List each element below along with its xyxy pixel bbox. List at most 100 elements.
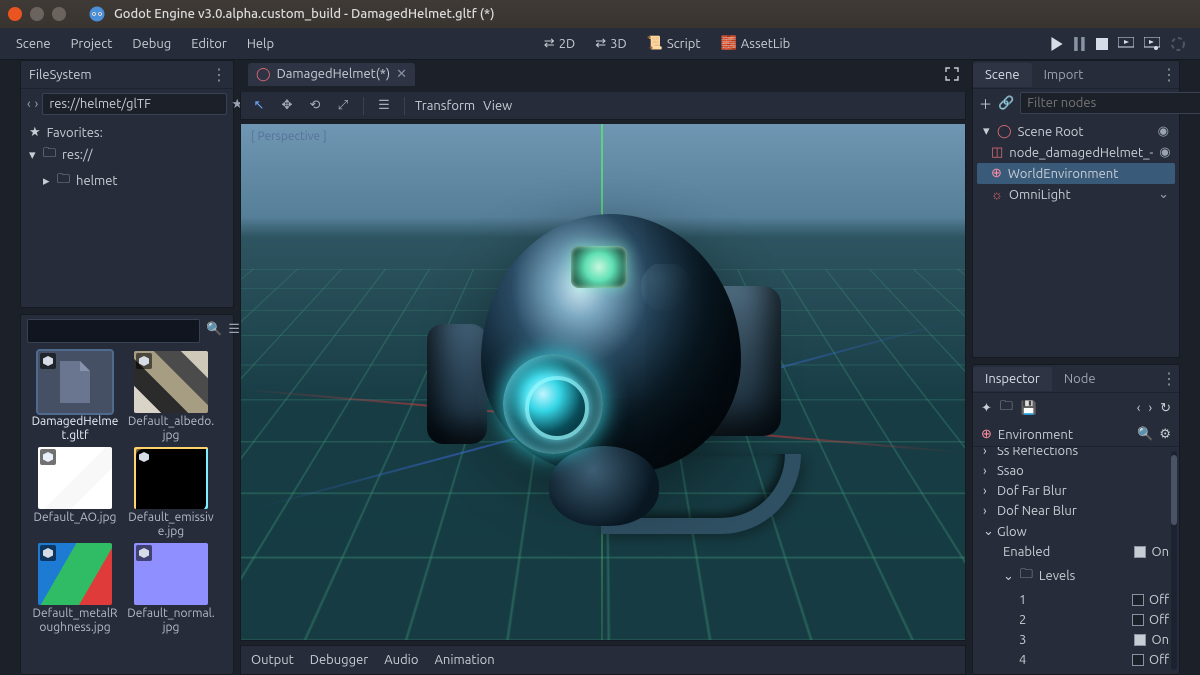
search-icon[interactable]: 🔍 xyxy=(206,319,222,339)
glow-section-row[interactable]: ⌄Glow xyxy=(973,521,1179,542)
distraction-free-icon[interactable] xyxy=(944,66,960,82)
add-node-icon[interactable]: ＋ xyxy=(979,94,992,113)
thumb-caption: Default_emissive.jpg xyxy=(125,511,217,539)
panel-menu-icon[interactable]: ⋮ xyxy=(211,65,225,84)
file-thumb[interactable]: Default_emissive.jpg xyxy=(125,447,217,539)
arrows-icon: ⇄ xyxy=(595,36,606,51)
menu-scene[interactable]: Scene xyxy=(6,33,61,55)
rotate-mode-icon[interactable]: ⟲ xyxy=(305,96,325,116)
list-select-icon[interactable]: ☰ xyxy=(374,96,394,116)
search-icon[interactable]: 🔍 xyxy=(1137,427,1153,442)
glow-enabled-row[interactable]: EnabledOn xyxy=(973,542,1179,562)
favorites-row[interactable]: ★Favorites: xyxy=(29,123,225,142)
chevron-down-icon[interactable]: ⌄ xyxy=(1158,187,1169,202)
menu-help[interactable]: Help xyxy=(237,33,284,55)
select-mode-icon[interactable]: ↖ xyxy=(249,96,269,116)
path-input[interactable] xyxy=(42,93,227,115)
checkbox-icon[interactable] xyxy=(1134,634,1146,646)
nav-back-button[interactable]: ‹ xyxy=(27,94,31,114)
glow-level-row[interactable]: 2Off xyxy=(973,610,1179,630)
section-row[interactable]: ›Ss Reflections xyxy=(973,447,1179,461)
scene-root-row[interactable]: ▾◯Scene Root◉ xyxy=(977,121,1175,142)
checkbox-icon[interactable] xyxy=(1132,594,1144,606)
file-thumb[interactable]: Default_albedo.jpg xyxy=(125,351,217,443)
viewport-3d[interactable]: [ Perspective ] xyxy=(240,124,966,641)
view-menu[interactable]: View xyxy=(483,99,512,113)
file-thumb[interactable]: Default_metalRoughness.jpg xyxy=(29,543,121,635)
panel-menu-icon[interactable]: ⋮ xyxy=(1161,369,1175,388)
history-icon[interactable]: ↻ xyxy=(1160,401,1171,416)
omni-light-row[interactable]: ☼OmniLight⌄ xyxy=(977,184,1175,205)
bottom-debugger[interactable]: Debugger xyxy=(310,653,368,667)
play-button[interactable] xyxy=(1050,37,1064,51)
list-view-icon[interactable]: ☰ xyxy=(228,319,240,339)
tab-node[interactable]: Node xyxy=(1052,367,1108,391)
perspective-label[interactable]: [ Perspective ] xyxy=(251,130,327,143)
menu-project[interactable]: Project xyxy=(61,33,123,55)
stop-button[interactable] xyxy=(1096,38,1108,50)
section-row[interactable]: ›Dof Far Blur xyxy=(973,481,1179,501)
folder-icon: 🗀 xyxy=(1020,565,1033,587)
window-maximize-icon[interactable] xyxy=(52,7,66,21)
panel-menu-icon[interactable]: ⋮ xyxy=(1161,65,1175,84)
inspector-scrollbar[interactable] xyxy=(1171,451,1177,670)
helmet-folder-row[interactable]: ▸🗀helmet xyxy=(29,168,225,194)
tab-inspector[interactable]: Inspector xyxy=(973,367,1052,391)
filter-nodes-input[interactable] xyxy=(1020,92,1200,114)
checkbox-icon[interactable] xyxy=(1134,546,1146,558)
workspace-3d-button[interactable]: ⇄3D xyxy=(587,34,634,53)
checkbox-icon[interactable] xyxy=(1132,614,1144,626)
visibility-icon[interactable]: ◉ xyxy=(1159,145,1170,160)
file-thumb[interactable]: DamagedHelmet.gltf xyxy=(29,351,121,443)
file-search-input[interactable] xyxy=(27,319,200,343)
new-resource-icon[interactable]: ✦ xyxy=(981,401,992,416)
scene-tab[interactable]: ◯ DamagedHelmet(*) ✕ xyxy=(248,63,415,86)
open-resource-icon[interactable]: 🗀 xyxy=(1000,397,1013,419)
workspace-script-button[interactable]: 📜Script xyxy=(639,34,709,53)
folder-icon: 🗀 xyxy=(57,170,70,192)
close-tab-icon[interactable]: ✕ xyxy=(396,67,407,82)
bottom-animation[interactable]: Animation xyxy=(434,653,494,667)
folder-icon: 🗀 xyxy=(43,144,56,166)
nav-forward-button[interactable]: › xyxy=(35,94,39,114)
scale-mode-icon[interactable]: ⤢ xyxy=(333,96,353,116)
scene-panel: Scene Import ⋮ ＋ 🔗 🔍 📎 ▾◯Scene Root◉ ◫no… xyxy=(972,60,1180,358)
sliders-icon[interactable]: ⚙ xyxy=(1159,427,1171,442)
workspace-assetlib-button[interactable]: 🧱AssetLib xyxy=(713,34,799,53)
type-badge-icon xyxy=(136,449,152,465)
script-icon: 📜 xyxy=(647,36,663,51)
file-thumb[interactable]: Default_normal.jpg xyxy=(125,543,217,635)
menu-editor[interactable]: Editor xyxy=(181,33,237,55)
node-damaged-helmet-row[interactable]: ◫node_damagedHelmet_-◉ xyxy=(977,142,1175,163)
play-custom-scene-button[interactable] xyxy=(1144,37,1160,51)
play-scene-button[interactable] xyxy=(1118,37,1134,51)
glow-levels-row[interactable]: ⌄🗀Levels xyxy=(973,562,1179,590)
file-thumb[interactable]: Default_AO.jpg xyxy=(29,447,121,539)
glow-level-row[interactable]: 3On xyxy=(973,630,1179,650)
section-row[interactable]: ›Dof Near Blur xyxy=(973,501,1179,521)
world-env-icon: ⊕ xyxy=(991,166,1002,181)
checkbox-icon[interactable] xyxy=(1132,654,1144,666)
window-minimize-icon[interactable] xyxy=(30,7,44,21)
history-back-icon[interactable]: ‹ xyxy=(1137,401,1141,415)
move-mode-icon[interactable]: ✥ xyxy=(277,96,297,116)
bottom-audio[interactable]: Audio xyxy=(384,653,418,667)
section-row[interactable]: ›Ssao xyxy=(973,461,1179,481)
chevron-down-icon: ▾ xyxy=(983,124,991,139)
instance-scene-icon[interactable]: 🔗 xyxy=(998,96,1014,111)
visibility-icon[interactable]: ◉ xyxy=(1158,124,1169,139)
tab-scene[interactable]: Scene xyxy=(973,63,1032,87)
bottom-output[interactable]: Output xyxy=(251,653,294,667)
res-folder-row[interactable]: ▾🗀res:// xyxy=(29,142,225,168)
menu-debug[interactable]: Debug xyxy=(122,33,181,55)
world-environment-row[interactable]: ⊕WorldEnvironment xyxy=(977,163,1175,184)
history-fwd-icon[interactable]: › xyxy=(1148,401,1152,415)
glow-level-row[interactable]: 1Off xyxy=(973,590,1179,610)
window-close-icon[interactable] xyxy=(8,7,22,21)
workspace-2d-button[interactable]: ⇄2D xyxy=(536,34,583,53)
save-resource-icon[interactable]: 💾 xyxy=(1021,401,1037,416)
glow-level-row[interactable]: 4Off xyxy=(973,650,1179,670)
pause-button[interactable] xyxy=(1074,37,1086,51)
tab-import[interactable]: Import xyxy=(1032,63,1096,87)
transform-menu[interactable]: Transform xyxy=(415,99,475,113)
